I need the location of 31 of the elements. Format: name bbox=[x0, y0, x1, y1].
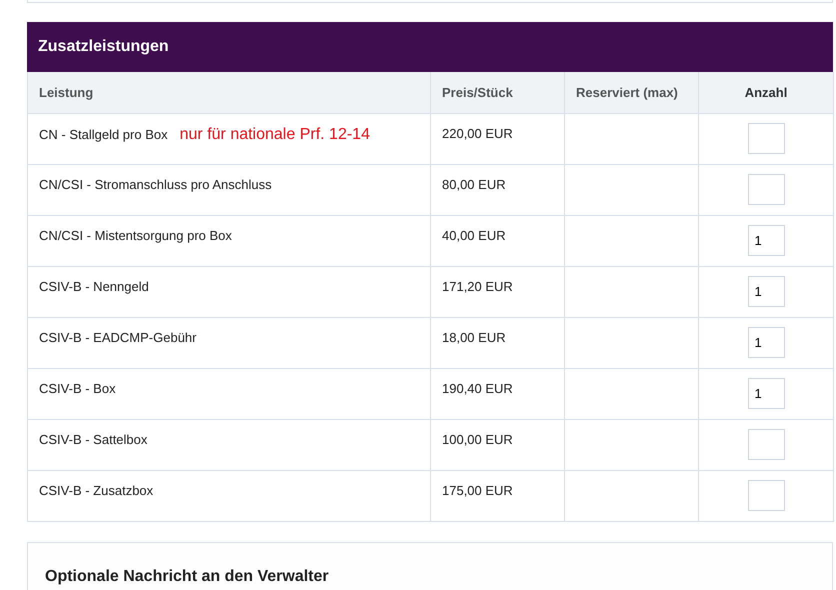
table-cell: 100,00 EUR bbox=[430, 419, 564, 470]
table-cell: 18,00 EUR bbox=[430, 317, 564, 368]
service-name: CN/CSI - Stromanschluss pro Anschluss bbox=[39, 176, 272, 192]
table-cell: 220,00 EUR bbox=[430, 113, 564, 164]
quantity-field[interactable]: 1 bbox=[748, 326, 784, 358]
table-cell: 40,00 EUR bbox=[430, 215, 564, 266]
quantity-field[interactable] bbox=[748, 480, 784, 510]
service-header: Leistung bbox=[28, 72, 430, 113]
table-cell: 190,40 EUR bbox=[430, 368, 564, 419]
service-name: CN/CSI - Mistentsorgung pro Box bbox=[39, 228, 232, 242]
table-cell: 171,20 EUR bbox=[430, 266, 564, 317]
quantity-header: Anzahl bbox=[698, 72, 834, 113]
panel-title: Optionale Nachricht an den Verwalter bbox=[45, 568, 330, 586]
quantity-field[interactable]: 1 bbox=[748, 378, 784, 408]
note-text: nur für nationale Prf. 12-14 bbox=[180, 126, 370, 142]
section-header: Zusatzleistungen bbox=[27, 22, 833, 72]
service-name: CSIV-B - Box bbox=[39, 380, 116, 396]
service-name: CSIV-B - EADCMP-Gebühr bbox=[39, 330, 196, 344]
table-cell: 80,00 EUR bbox=[430, 164, 564, 215]
price-header: Preis/Stück bbox=[430, 72, 564, 113]
quantity-field[interactable]: 1 bbox=[748, 224, 784, 256]
reserved-header: Reserviert (max) bbox=[564, 72, 698, 113]
quantity-field[interactable] bbox=[748, 122, 784, 154]
service-name: CSIV-B - Sattelbox bbox=[39, 432, 148, 446]
quantity-field[interactable] bbox=[748, 174, 784, 204]
service-name: CN - Stallgeld pro Box bbox=[39, 126, 168, 142]
service-name: CSIV-B - Zusatzbox bbox=[39, 482, 154, 498]
service-name: CSIV-B - Nenngeld bbox=[39, 278, 149, 294]
quantity-field[interactable] bbox=[748, 428, 784, 460]
table-cell: 175,00 EUR bbox=[430, 470, 564, 521]
quantity-field[interactable]: 1 bbox=[748, 276, 784, 306]
